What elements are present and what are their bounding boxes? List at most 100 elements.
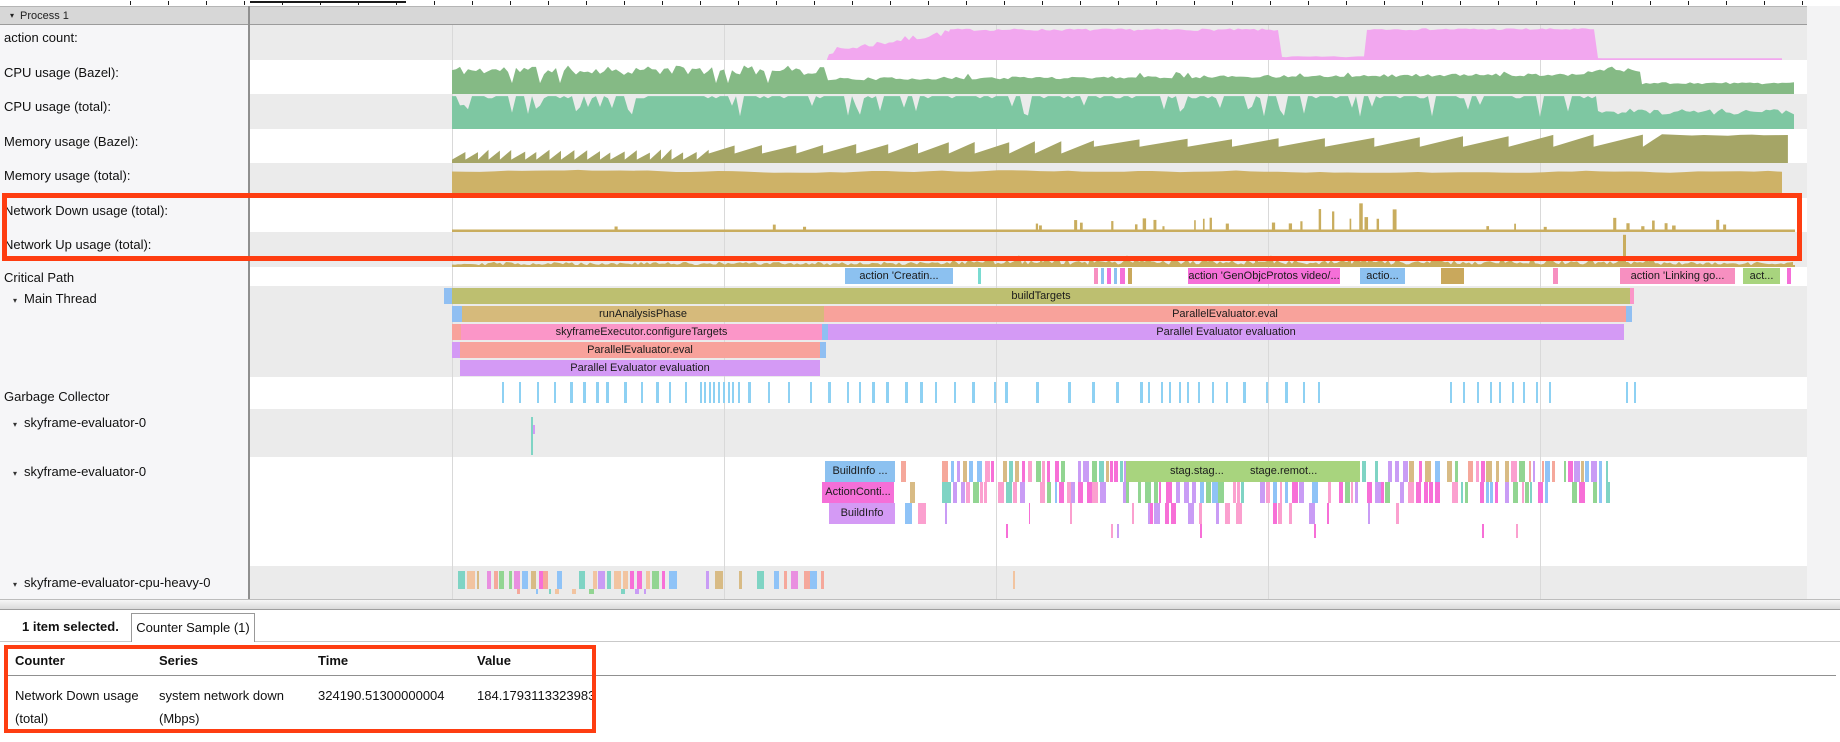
trace-sliver[interactable] xyxy=(630,571,634,589)
trace-sliver[interactable] xyxy=(1006,524,1008,538)
trace-sliver[interactable] xyxy=(1519,461,1524,482)
trace-sliver[interactable] xyxy=(942,461,948,482)
trace-sliver[interactable] xyxy=(494,571,498,589)
gc-event-tick[interactable] xyxy=(728,382,730,403)
trace-sliver[interactable] xyxy=(1606,461,1608,482)
trace-sliver[interactable] xyxy=(555,589,559,594)
track-canvas-memory-total[interactable] xyxy=(250,163,1840,198)
trace-sliver[interactable] xyxy=(1278,503,1282,524)
trace-sliver[interactable] xyxy=(1241,482,1244,503)
trace-sliver[interactable] xyxy=(1314,524,1316,538)
track-label-critical-path[interactable]: Critical Path xyxy=(0,267,248,286)
trace-sliver[interactable] xyxy=(621,589,625,594)
gc-event-tick[interactable] xyxy=(935,382,938,403)
trace-sliver[interactable] xyxy=(637,571,643,589)
trace-sliver[interactable] xyxy=(1351,482,1353,503)
trace-sliver[interactable] xyxy=(614,571,621,589)
trace-sliver[interactable] xyxy=(963,461,967,482)
trace-sliver[interactable] xyxy=(1482,524,1485,538)
trace-sliver[interactable] xyxy=(942,482,946,503)
trace-sliver[interactable] xyxy=(669,571,677,589)
trace-sliver[interactable] xyxy=(715,571,723,589)
gc-event-tick[interactable] xyxy=(606,382,609,403)
trace-sliver[interactable] xyxy=(945,503,947,524)
gc-event-tick[interactable] xyxy=(1626,382,1628,403)
trace-sliver[interactable] xyxy=(998,482,1004,503)
track-label-cpu-total[interactable]: CPU usage (total): xyxy=(0,94,248,129)
trace-sliver[interactable] xyxy=(1591,461,1597,482)
trace-sliver[interactable] xyxy=(1273,503,1277,524)
trace-sliver[interactable] xyxy=(1395,461,1399,482)
trace-sliver[interactable] xyxy=(1593,482,1597,503)
trace-sliver[interactable] xyxy=(1120,461,1123,482)
track-label-network-down[interactable]: Network Down usage (total): xyxy=(0,198,248,232)
gc-event-tick[interactable] xyxy=(1477,382,1479,403)
main-thread-span[interactable] xyxy=(452,324,461,340)
trace-sliver[interactable] xyxy=(973,482,979,503)
trace-sliver[interactable] xyxy=(1452,482,1457,503)
trace-sliver[interactable] xyxy=(1327,503,1329,524)
trace-sliver[interactable] xyxy=(1171,503,1176,524)
trace-sliver[interactable] xyxy=(1273,482,1277,503)
trace-sliver[interactable] xyxy=(1006,482,1011,503)
critical-path-span[interactable] xyxy=(1107,268,1111,284)
track-canvas-skyframe-evaluator-1[interactable] xyxy=(250,409,1840,457)
trace-sliver[interactable] xyxy=(517,589,519,594)
critical-path-span[interactable] xyxy=(1114,268,1117,284)
track-label-memory-bazel[interactable]: Memory usage (Bazel): xyxy=(0,129,248,163)
trace-sliver[interactable] xyxy=(579,571,585,589)
trace-sliver[interactable] xyxy=(1568,461,1573,482)
gc-event-tick[interactable] xyxy=(1463,382,1465,403)
main-thread-span[interactable] xyxy=(452,306,462,322)
gc-event-tick[interactable] xyxy=(972,382,975,403)
track-label-network-up[interactable]: Network Up usage (total): xyxy=(0,232,248,267)
trace-sliver[interactable] xyxy=(1511,461,1517,482)
trace-sliver[interactable] xyxy=(1312,482,1317,503)
gc-event-tick[interactable] xyxy=(1161,382,1163,403)
sidebar-divider[interactable] xyxy=(248,6,250,599)
gc-event-tick[interactable] xyxy=(1549,382,1551,403)
cell-counter[interactable]: Network Down usage (total) xyxy=(15,684,150,730)
trace-sliver[interactable] xyxy=(477,571,480,589)
trace-sliver[interactable] xyxy=(1481,461,1485,482)
trace-sliver[interactable] xyxy=(1020,482,1025,503)
track-canvas-cpu-total[interactable] xyxy=(250,94,1840,129)
trace-sliver[interactable] xyxy=(1309,503,1315,524)
main-thread-span[interactable] xyxy=(452,342,460,358)
collapse-triangle-icon[interactable]: ▾ xyxy=(13,296,17,305)
trace-sliver[interactable] xyxy=(499,571,504,589)
trace-sliver[interactable] xyxy=(804,571,810,589)
trace-sliver[interactable] xyxy=(791,571,798,589)
track-canvas-skyframe-evaluator-2[interactable]: BuildInfo ...stag.stag...stage.remot...A… xyxy=(250,457,1840,566)
trace-sliver[interactable] xyxy=(1225,503,1230,524)
trace-sliver[interactable] xyxy=(1126,482,1129,503)
evaluator-span[interactable] xyxy=(1126,461,1360,482)
trace-sliver[interactable] xyxy=(1486,482,1488,503)
trace-sliver[interactable] xyxy=(572,589,575,594)
gc-event-tick[interactable] xyxy=(723,382,725,403)
trace-sliver[interactable] xyxy=(1522,482,1525,503)
main-thread-span[interactable] xyxy=(444,288,452,304)
trace-sliver[interactable] xyxy=(509,571,512,589)
trace-sliver[interactable] xyxy=(598,571,605,589)
trace-sliver[interactable] xyxy=(1003,461,1006,482)
main-thread-span[interactable]: Parallel Evaluator evaluation xyxy=(828,324,1624,340)
track-canvas-main-thread[interactable]: buildTargetsrunAnalysisPhaseParallelEval… xyxy=(250,286,1840,377)
trace-sliver[interactable] xyxy=(1040,482,1045,503)
trace-sliver[interactable] xyxy=(1236,503,1242,524)
trace-sliver[interactable] xyxy=(1525,482,1529,503)
critical-path-span[interactable]: actio... xyxy=(1360,268,1405,284)
gc-event-tick[interactable] xyxy=(1036,382,1039,403)
trace-sliver[interactable] xyxy=(1061,461,1065,482)
gc-event-tick[interactable] xyxy=(1303,382,1306,403)
trace-sliver[interactable] xyxy=(662,571,665,589)
main-thread-span[interactable]: buildTargets xyxy=(452,288,1630,304)
trace-sliver[interactable] xyxy=(623,571,628,589)
gc-event-tick[interactable] xyxy=(1005,382,1008,403)
trace-sliver[interactable] xyxy=(1013,571,1016,589)
gc-event-tick[interactable] xyxy=(713,382,715,403)
trace-sliver[interactable] xyxy=(1328,482,1330,503)
trace-sliver[interactable] xyxy=(1071,482,1074,503)
trace-sliver[interactable] xyxy=(1100,482,1105,503)
gc-event-tick[interactable] xyxy=(570,382,573,403)
